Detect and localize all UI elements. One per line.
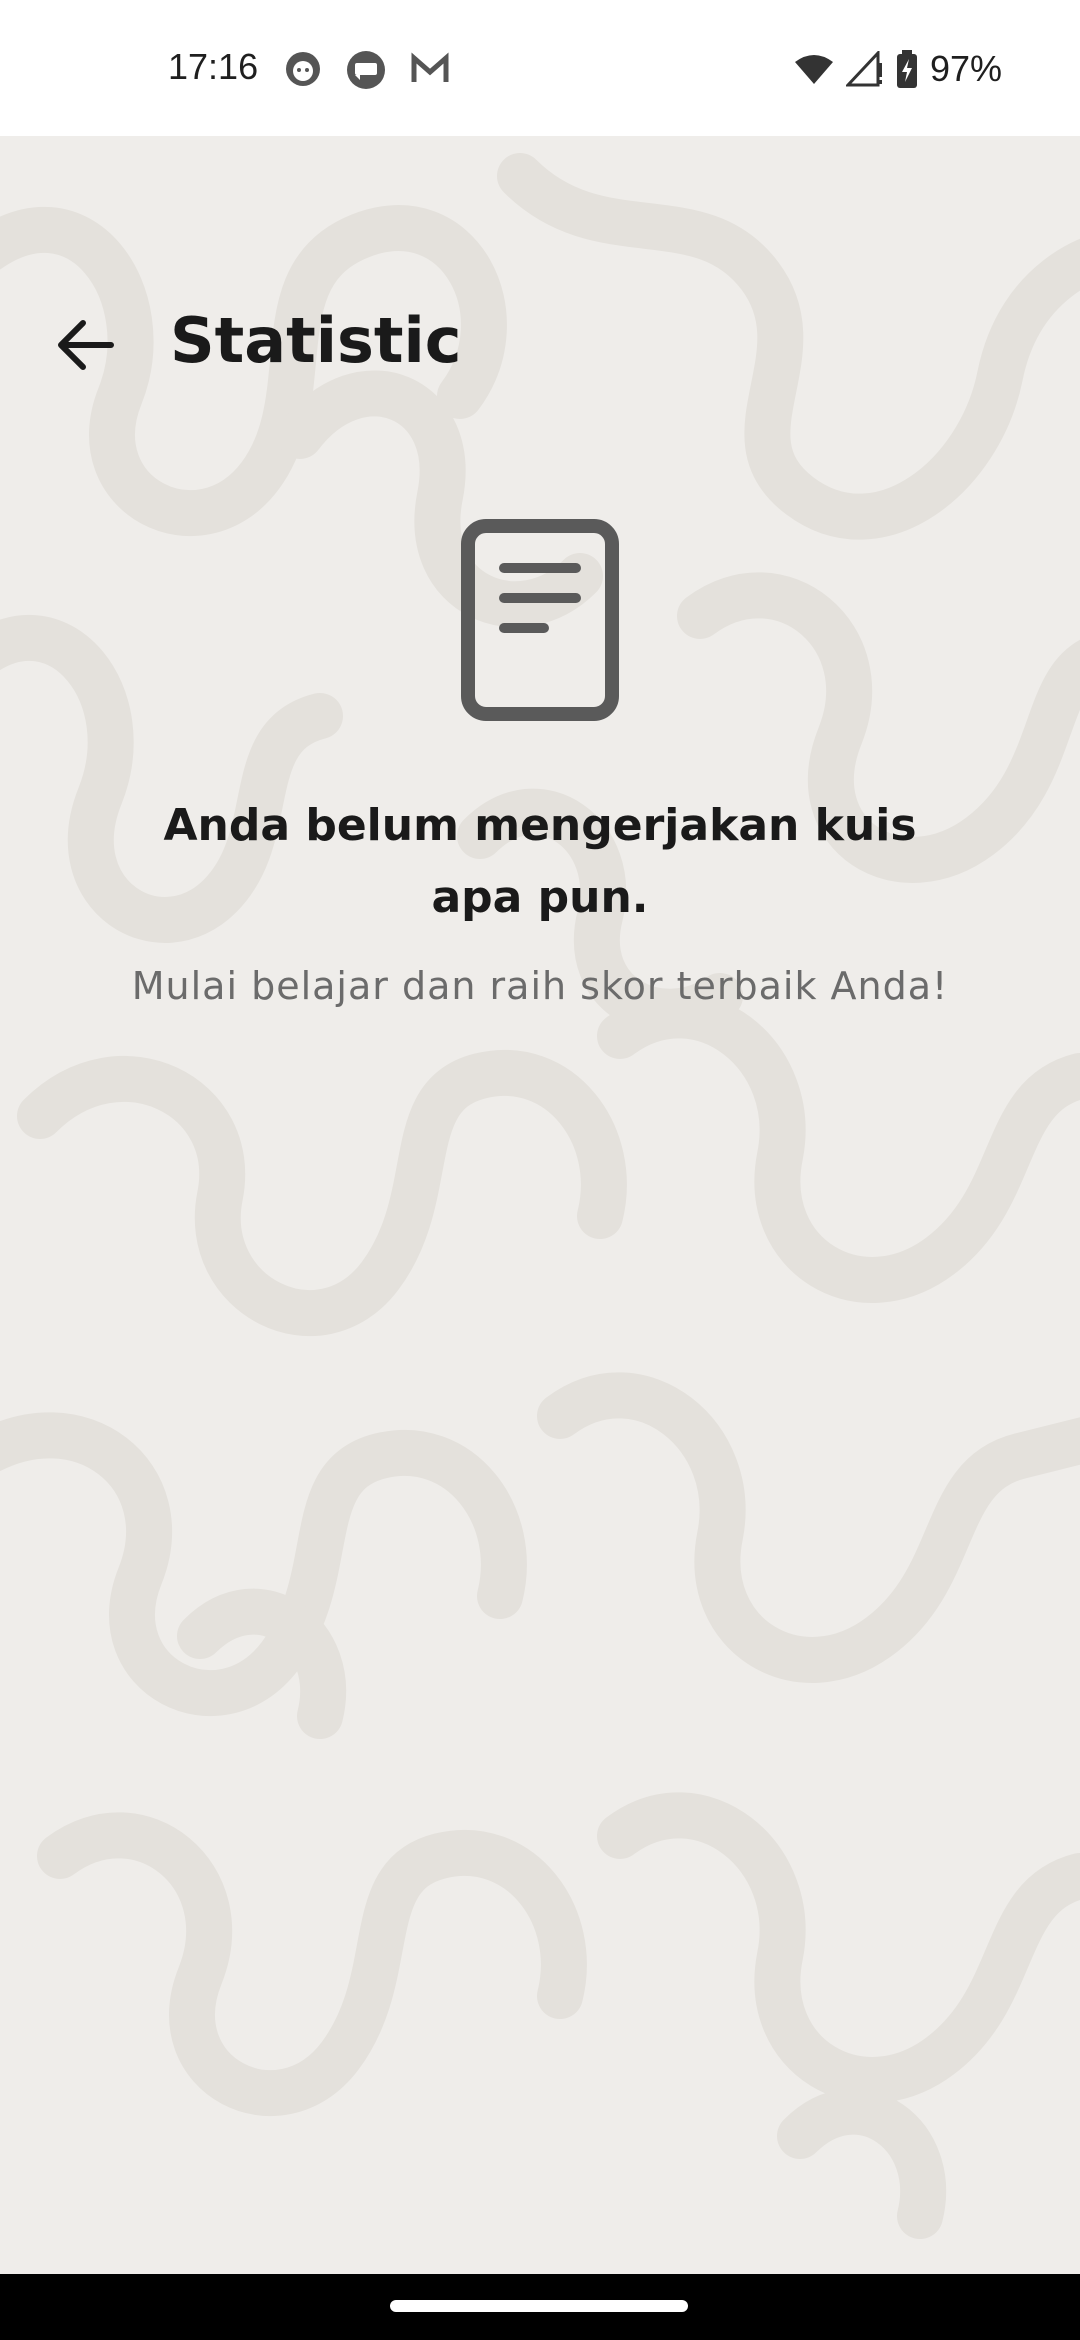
status-bar: 17:16 97% [0,0,1080,136]
battery-charging-icon [896,50,917,88]
statistic-screen: Statistic Anda belum mengerjakan kuis ap… [0,136,1080,2274]
home-gesture-handle[interactable] [390,2300,688,2312]
cell-signal-icon [845,51,882,87]
empty-state-title: Anda belum mengerjakan kuis apa pun. [163,800,917,923]
back-button[interactable] [40,300,130,390]
notification-icons [284,50,450,90]
face-notification-icon [286,52,320,86]
message-notification-icon [347,51,385,89]
empty-state-subtitle: Mulai belajar dan raih skor terbaik Anda… [131,964,949,1008]
page-title: Statistic [170,304,462,377]
status-time: 17:16 [168,46,259,87]
gmail-icon [411,52,449,82]
background-pattern [0,153,1080,2239]
document-icon [461,519,619,721]
wifi-icon [794,55,833,84]
system-icons: 97% [794,48,1002,90]
navigation-bar [0,2274,1080,2340]
arrow-left-icon [58,320,114,370]
battery-percent: 97% [929,48,1002,89]
